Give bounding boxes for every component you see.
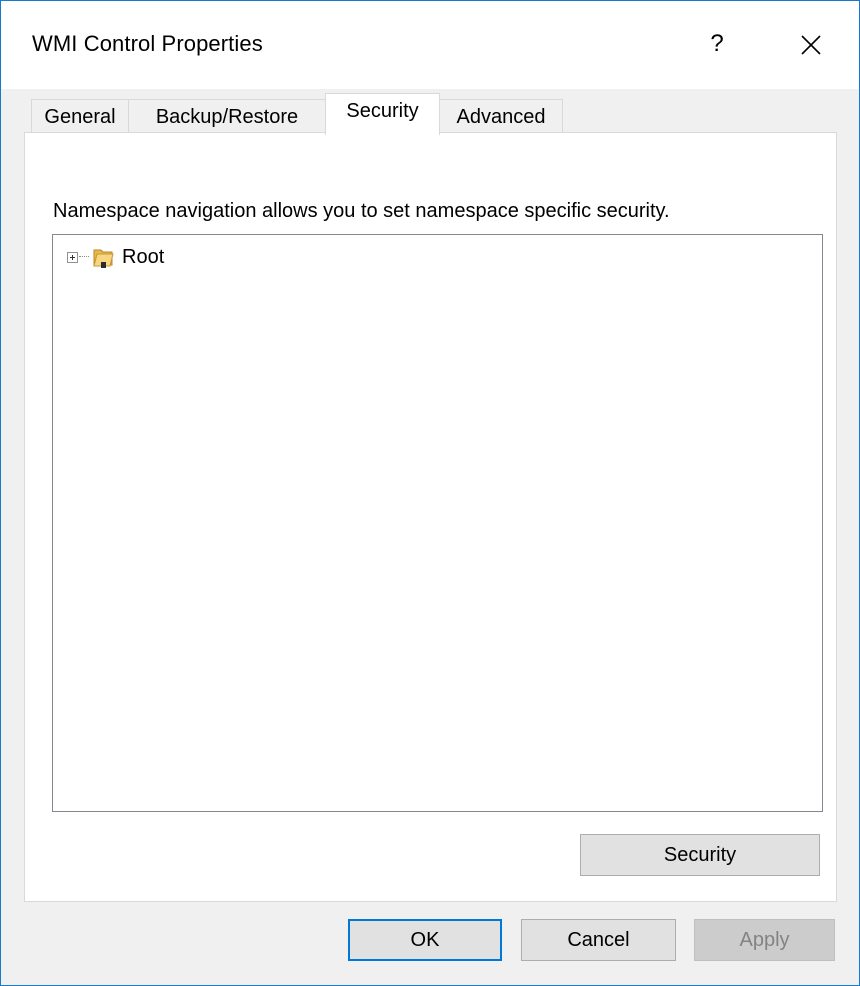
tab-advanced[interactable]: Advanced	[439, 99, 563, 133]
tab-security[interactable]: Security	[325, 93, 440, 135]
security-tab-panel: Namespace navigation allows you to set n…	[24, 132, 837, 902]
apply-button[interactable]: Apply	[694, 919, 835, 961]
help-button[interactable]: ?	[695, 21, 739, 67]
security-button[interactable]: Security	[580, 834, 820, 876]
ok-button[interactable]: OK	[348, 919, 502, 961]
window-title: WMI Control Properties	[32, 31, 263, 56]
tree-node-label: Root	[122, 245, 165, 268]
expand-plus-icon[interactable]	[67, 251, 78, 263]
close-button[interactable]	[791, 25, 831, 65]
cancel-button[interactable]: Cancel	[521, 919, 676, 961]
folder-icon	[93, 249, 114, 268]
title-bar[interactable]: WMI Control Properties ?	[1, 1, 859, 89]
tree-node-root[interactable]: Root	[67, 243, 164, 271]
tab-backup-restore[interactable]: Backup/Restore	[128, 99, 326, 133]
dialog-window: WMI Control Properties ? General Backup/…	[0, 0, 860, 986]
tree-connector	[79, 256, 89, 258]
tab-strip: General Backup/Restore Security Advanced	[1, 89, 859, 135]
close-icon	[801, 35, 821, 55]
namespace-description: Namespace navigation allows you to set n…	[53, 200, 670, 222]
namespace-tree[interactable]: Root	[52, 234, 823, 812]
tab-general[interactable]: General	[31, 99, 129, 133]
